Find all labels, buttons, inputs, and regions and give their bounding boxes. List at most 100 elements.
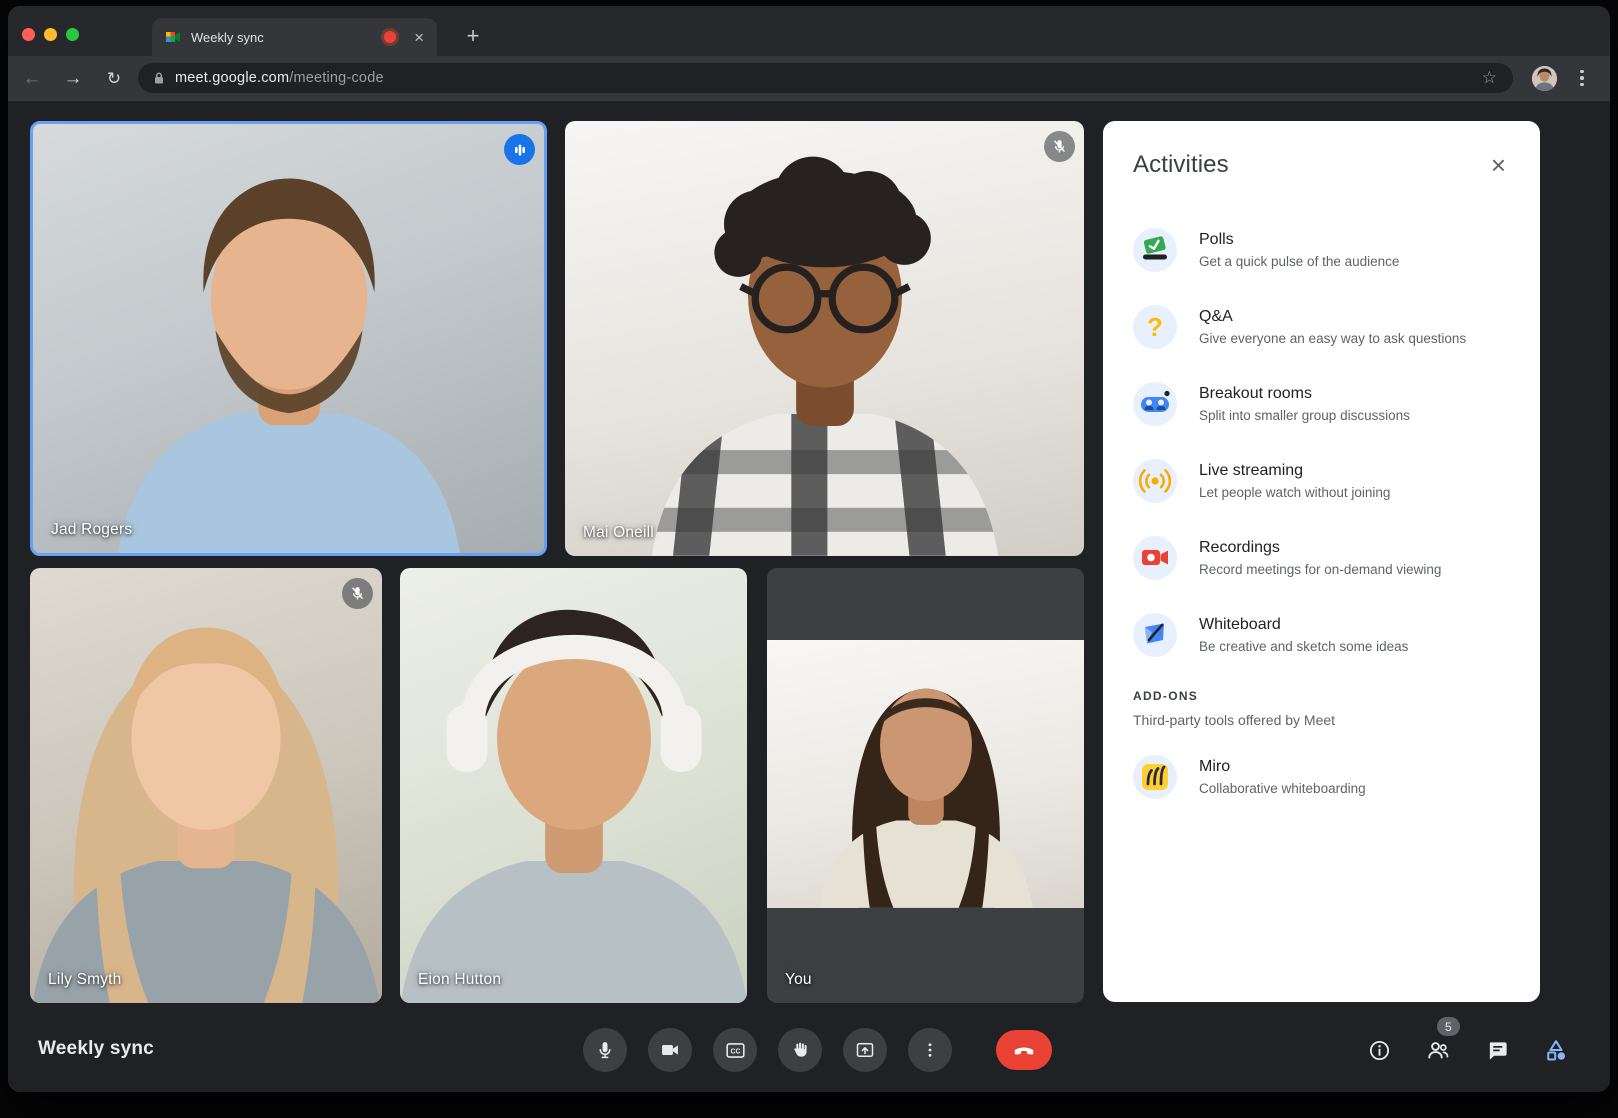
zoom-window-button[interactable] <box>66 28 79 41</box>
avatar-image <box>1532 66 1557 91</box>
self-video <box>767 640 1084 908</box>
panel-title: Activities <box>1133 151 1229 178</box>
activity-item-polls[interactable]: Polls Get a quick pulse of the audience <box>1133 211 1510 288</box>
close-window-button[interactable] <box>22 28 35 41</box>
present-screen-icon <box>856 1043 874 1057</box>
activity-item-breakout-rooms[interactable]: Breakout rooms Split into smaller group … <box>1133 365 1510 442</box>
activity-item-qna[interactable]: ? Q&A Give everyone an easy way to ask q… <box>1133 288 1510 365</box>
activity-label: Q&A <box>1199 307 1233 325</box>
activity-item-whiteboard[interactable]: Whiteboard Be creative and sketch some i… <box>1133 596 1510 673</box>
participant-name: Jad Rogers <box>51 521 133 538</box>
meeting-details-button[interactable] <box>1367 1038 1391 1062</box>
profile-avatar[interactable] <box>1532 66 1557 91</box>
minimize-window-button[interactable] <box>44 28 57 41</box>
miro-logo-icon <box>1133 754 1177 799</box>
activities-panel: Activities × Polls Get a quick pulse of … <box>1103 121 1540 1002</box>
meeting-title: Weekly sync <box>38 1038 154 1059</box>
browser-toolbar: ← → ↻ meet.google.com/meeting-code ☆ <box>8 56 1610 101</box>
microphone-icon <box>599 1042 611 1059</box>
activity-label: Recordings <box>1199 538 1280 556</box>
more-options-icon <box>928 1043 932 1057</box>
microphone-button[interactable] <box>583 1028 627 1072</box>
activity-description: Record meetings for on-demand viewing <box>1199 561 1442 577</box>
chat-button[interactable] <box>1485 1038 1509 1062</box>
captions-icon: CC <box>725 1042 745 1058</box>
screen: Weekly sync × + ← → ↻ meet.google.com/me… <box>0 0 1618 1118</box>
status-buttons: 5 <box>1367 1017 1568 1062</box>
mic-off-icon <box>342 578 373 609</box>
browser-tab[interactable]: Weekly sync × <box>152 18 437 56</box>
whiteboard-pen-icon <box>1133 612 1177 657</box>
camera-button[interactable] <box>648 1028 692 1072</box>
tab-close-icon[interactable]: × <box>414 29 424 46</box>
activities-icon <box>1547 1040 1565 1061</box>
mic-off-icon <box>1044 131 1075 162</box>
url-path: /meeting-code <box>289 70 384 86</box>
activities-button[interactable] <box>1544 1038 1568 1062</box>
ballot-box-icon <box>1133 227 1177 272</box>
end-call-icon <box>1014 1047 1034 1055</box>
new-tab-button[interactable]: + <box>456 19 490 53</box>
activity-description: Let people watch without joining <box>1199 484 1391 500</box>
activity-label: Polls <box>1199 230 1234 248</box>
activity-description: Split into smaller group discussions <box>1199 407 1410 423</box>
forward-button[interactable]: → <box>61 67 85 91</box>
url-text: meet.google.com/meeting-code <box>175 70 384 86</box>
addons-header: ADD-ONS <box>1133 689 1199 703</box>
video-tile-eion-hutton[interactable]: Eion Hutton <box>400 568 747 1003</box>
addon-description: Collaborative whiteboarding <box>1199 780 1366 796</box>
info-icon <box>1369 1040 1389 1060</box>
activity-label: Whiteboard <box>1199 615 1281 633</box>
end-call-button[interactable] <box>996 1030 1052 1070</box>
participant-name: Eion Hutton <box>418 971 502 988</box>
video-tile-you[interactable]: You <box>767 568 1084 1003</box>
video-camera-icon <box>1133 535 1177 580</box>
tab-title: Weekly sync <box>191 29 264 45</box>
activity-label: Live streaming <box>1199 461 1304 479</box>
address-bar[interactable]: meet.google.com/meeting-code ☆ <box>138 63 1513 93</box>
svg-text:CC: CC <box>730 1048 740 1055</box>
svg-text:?: ? <box>1147 312 1163 342</box>
participant-video-placeholder <box>32 627 380 1003</box>
participant-name: Mai Oneill <box>583 524 654 541</box>
participant-count-badge: 5 <box>1437 1017 1460 1036</box>
present-screen-button[interactable] <box>843 1028 887 1072</box>
bookmark-star-icon[interactable]: ☆ <box>1482 68 1497 88</box>
video-tile-jad-rogers[interactable]: Jad Rogers <box>30 121 547 556</box>
more-options-button[interactable] <box>908 1028 952 1072</box>
panel-close-icon[interactable]: × <box>1487 152 1510 178</box>
lock-icon <box>155 72 163 84</box>
google-meet-favicon-icon <box>166 32 180 42</box>
addon-item-miro[interactable]: Miro Collaborative whiteboarding <box>1133 738 1510 815</box>
video-tile-lily-smyth[interactable]: Lily Smyth <box>30 568 382 1003</box>
camera-icon <box>662 1045 678 1055</box>
participant-video-placeholder <box>400 609 747 1003</box>
participant-name: Lily Smyth <box>48 971 122 988</box>
question-mark-icon: ? <box>1133 304 1177 349</box>
activity-description: Be creative and sketch some ideas <box>1199 638 1409 654</box>
participant-name: You <box>785 971 812 988</box>
speaking-indicator-icon <box>504 134 535 165</box>
back-button[interactable]: ← <box>20 67 44 91</box>
addon-label: Miro <box>1199 757 1231 775</box>
traffic-lights <box>22 28 79 41</box>
people-button[interactable]: 5 <box>1426 1017 1460 1062</box>
tab-recording-indicator-icon <box>384 31 397 43</box>
activities-list: Polls Get a quick pulse of the audience … <box>1133 211 1510 673</box>
broadcast-icon <box>1133 458 1177 503</box>
raise-hand-icon <box>794 1042 807 1057</box>
raise-hand-button[interactable] <box>778 1028 822 1072</box>
participant-video-placeholder <box>117 178 460 553</box>
addons-subheader: Third-party tools offered by Meet <box>1133 712 1336 728</box>
activity-item-recordings[interactable]: Recordings Record meetings for on-demand… <box>1133 519 1510 596</box>
activity-label: Breakout rooms <box>1199 384 1312 402</box>
browser-window: Weekly sync × + ← → ↻ meet.google.com/me… <box>8 6 1610 1092</box>
video-tile-mai-oneill[interactable]: Mai Oneill <box>565 121 1084 556</box>
activity-item-live-streaming[interactable]: Live streaming Let people watch without … <box>1133 442 1510 519</box>
meeting-stage: Jad Rogers Mai Oneill Lily Smyth Eion Hu… <box>8 101 1610 1092</box>
browser-menu-icon[interactable] <box>1570 66 1594 90</box>
call-controls: CC <box>583 1028 1052 1072</box>
reload-button[interactable]: ↻ <box>102 67 126 91</box>
participant-video-placeholder <box>818 688 1033 908</box>
captions-button[interactable]: CC <box>713 1028 757 1072</box>
